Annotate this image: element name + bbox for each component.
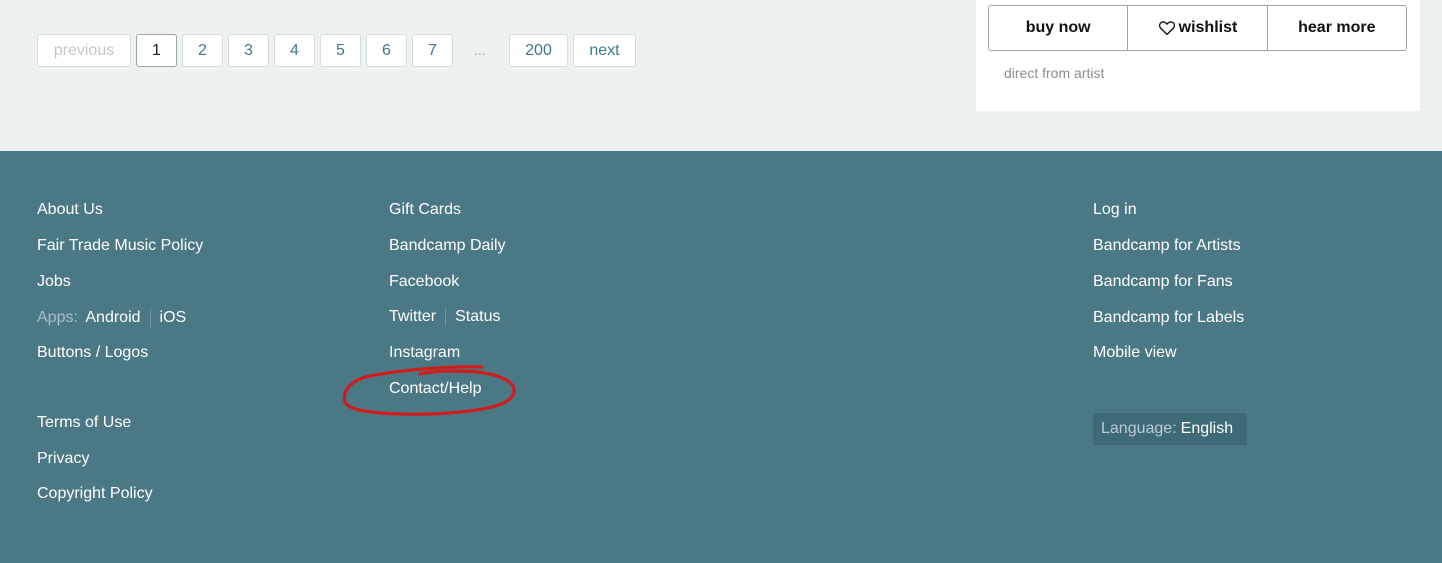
buy-now-button[interactable]: buy now <box>989 6 1127 50</box>
page-3-button[interactable]: 3 <box>228 34 269 67</box>
separator <box>149 309 151 327</box>
status-link[interactable]: Status <box>455 308 500 325</box>
apps-label: Apps: <box>37 309 78 327</box>
page-5-button[interactable]: 5 <box>320 34 361 67</box>
direct-from-artist-note: direct from artist <box>1004 65 1105 81</box>
page-7-button[interactable]: 7 <box>412 34 453 67</box>
android-link[interactable]: Android <box>85 309 140 326</box>
copyright-policy-link[interactable]: Copyright Policy <box>37 485 153 503</box>
hear-more-label: hear more <box>1298 19 1376 36</box>
language-label: Language: <box>1101 420 1177 437</box>
heart-icon <box>1158 21 1175 36</box>
terms-of-use-link[interactable]: Terms of Use <box>37 414 131 432</box>
content-area: previous 1 2 3 4 5 6 7 ... 200 next buy … <box>0 0 1442 151</box>
instagram-link[interactable]: Instagram <box>389 344 460 362</box>
facebook-link[interactable]: Facebook <box>389 273 459 291</box>
previous-page-button: previous <box>37 34 131 67</box>
apps-row: Apps: Android iOS <box>37 309 186 327</box>
wishlist-button[interactable]: wishlist <box>1127 6 1266 50</box>
social-row: Twitter Status <box>389 308 500 326</box>
ios-link[interactable]: iOS <box>160 309 187 326</box>
privacy-link[interactable]: Privacy <box>37 450 89 468</box>
page-6-button[interactable]: 6 <box>366 34 407 67</box>
mobile-view-link[interactable]: Mobile view <box>1093 344 1177 362</box>
bandcamp-daily-link[interactable]: Bandcamp Daily <box>389 237 506 255</box>
log-in-link[interactable]: Log in <box>1093 201 1137 219</box>
bandcamp-for-fans-link[interactable]: Bandcamp for Fans <box>1093 273 1233 291</box>
page-2-button[interactable]: 2 <box>182 34 223 67</box>
gift-cards-link[interactable]: Gift Cards <box>389 201 461 219</box>
language-value: English <box>1180 420 1234 437</box>
contact-help-link[interactable]: Contact/Help <box>389 380 482 398</box>
separator <box>445 308 447 326</box>
site-footer: About Us Fair Trade Music Policy Jobs Ap… <box>0 151 1442 563</box>
twitter-link[interactable]: Twitter <box>389 308 436 325</box>
wishlist-label: wishlist <box>1178 19 1238 36</box>
page-4-button[interactable]: 4 <box>274 34 315 67</box>
bandcamp-for-labels-link[interactable]: Bandcamp for Labels <box>1093 309 1244 327</box>
page-1-button[interactable]: 1 <box>136 34 177 67</box>
fair-trade-link[interactable]: Fair Trade Music Policy <box>37 237 203 255</box>
buttons-logos-link[interactable]: Buttons / Logos <box>37 344 148 362</box>
purchase-button-group: buy now wishlist hear more <box>988 5 1407 51</box>
hear-more-button[interactable]: hear more <box>1266 6 1406 50</box>
bandcamp-for-artists-link[interactable]: Bandcamp for Artists <box>1093 237 1241 255</box>
about-us-link[interactable]: About Us <box>37 201 103 219</box>
pagination-ellipsis: ... <box>474 42 486 58</box>
jobs-link[interactable]: Jobs <box>37 273 71 291</box>
language-selector[interactable]: Language: English <box>1093 413 1247 445</box>
next-page-button[interactable]: next <box>573 34 636 67</box>
buy-now-label: buy now <box>1025 19 1091 36</box>
page-200-button[interactable]: 200 <box>509 34 568 67</box>
purchase-panel: buy now wishlist hear more direct from a… <box>976 0 1420 111</box>
